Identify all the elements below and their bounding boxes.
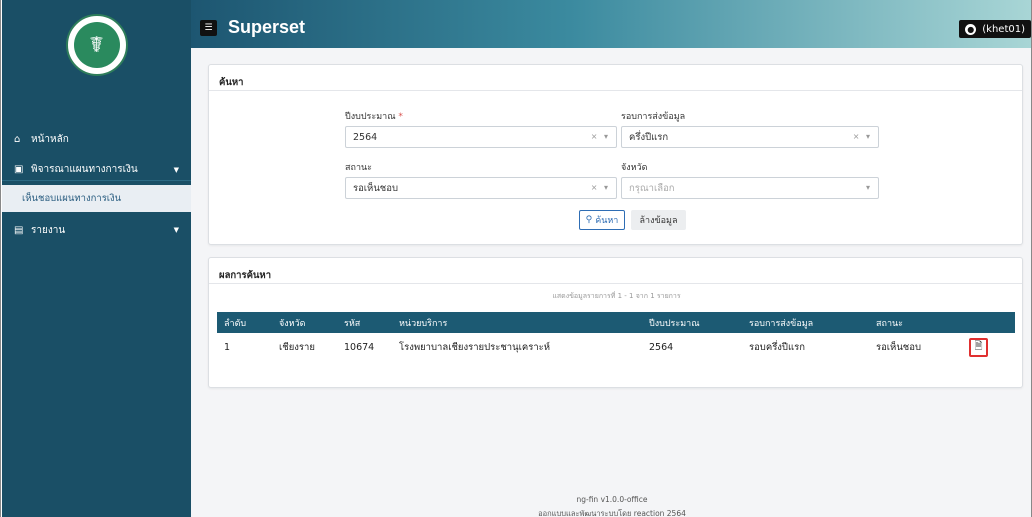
menu-toggle-button[interactable]: ☰ — [200, 20, 217, 36]
cell-submission-round: รอบครึ่งปีแรก — [749, 341, 805, 353]
user-menu-button[interactable]: ● (khet01) — [959, 20, 1031, 38]
status-select[interactable]: รอเห็นชอบ × ▾ — [345, 177, 617, 199]
chevron-down-icon[interactable]: ▾ — [866, 183, 872, 192]
sidebar-item-home[interactable]: ⌂ หน้าหลัก — [2, 128, 191, 150]
results-summary: แสดงข้อมูลรายการที่ 1 - 1 จาก 1 รายการ — [552, 292, 681, 300]
submission-round-select[interactable]: ครึ่งปีแรก × ▾ — [621, 126, 879, 148]
sidebar-item-label: รายงาน — [31, 224, 66, 236]
results-table: ลำดับ จังหวัด รหัส หน่วยบริการ ปีงบประมา… — [217, 312, 1015, 361]
sidebar-item-finance-plan-review[interactable]: ▣ พิจารณาแผนทางการเงิน ▼ — [2, 159, 191, 181]
results-panel-title: ผลการค้นหา — [209, 258, 1022, 284]
cell-budget-year: 2564 — [649, 341, 674, 353]
clear-and-chevron-icon[interactable]: × ▾ — [853, 132, 872, 141]
document-icon: 🗎 — [974, 340, 983, 352]
results-panel: ผลการค้นหา แสดงข้อมูลรายการที่ 1 - 1 จาก… — [208, 257, 1023, 388]
cell-status: รอเห็นชอบ — [876, 341, 921, 353]
search-button[interactable]: ⚲ ค้นหา — [579, 210, 625, 230]
view-document-button[interactable]: 🗎 — [969, 337, 988, 357]
required-mark: * — [398, 112, 403, 122]
budget-year-label: ปีงบประมาณ * — [345, 109, 403, 123]
top-header: ☰ Superset ● (khet01) — [191, 0, 1031, 48]
sidebar-subitem-finance-plan-approval[interactable]: เห็นชอบแผนทางการเงิน — [2, 185, 191, 212]
submission-round-label: รอบการส่งข้อมูล — [621, 112, 686, 122]
main-content: ค้นหา ปีงบประมาณ * 2564 × ▾ รอบการส่งข้อ… — [191, 48, 1031, 517]
cell-order: 1 — [224, 341, 231, 353]
cell-code: 10674 — [344, 341, 375, 353]
document-icon: ▤ — [14, 224, 24, 236]
sidebar-item-label: พิจารณาแผนทางการเงิน — [31, 164, 138, 175]
cell-service-unit: โรงพยาบาลเชียงรายประชานุเคราะห์ — [399, 341, 551, 353]
status-label: สถานะ — [345, 163, 372, 173]
budget-year-label-text: ปีงบประมาณ — [345, 112, 396, 122]
column-header: จังหวัด — [279, 318, 306, 329]
footer-version: ng-fin v1.0.0-office — [576, 495, 648, 504]
user-name: (khet01) — [982, 23, 1025, 35]
caret-down-icon: ▼ — [173, 226, 179, 234]
hamburger-icon: ☰ — [204, 23, 213, 33]
column-header: ปีงบประมาณ — [649, 318, 700, 329]
sidebar: ☤ ⌂ หน้าหลัก ▣ พิจารณาแผนทางการเงิน ▼ เห… — [2, 0, 191, 517]
status-value: รอเห็นชอบ — [353, 182, 398, 194]
ministry-logo: ☤ — [65, 14, 128, 76]
search-panel-title: ค้นหา — [209, 65, 1022, 91]
logo-area: ☤ — [2, 0, 191, 90]
clear-and-chevron-icon[interactable]: × ▾ — [591, 132, 610, 141]
column-header: ลำดับ — [224, 318, 247, 329]
column-header: รอบการส่งข้อมูล — [749, 318, 814, 329]
sidebar-subitem-label: เห็นชอบแผนทางการเงิน — [22, 193, 122, 204]
column-header: หน่วยบริการ — [399, 318, 448, 329]
app-title: Superset — [228, 17, 306, 37]
cell-action: 🗎 — [962, 333, 1015, 361]
app-frame: ☤ ⌂ หน้าหลัก ▣ พิจารณาแผนทางการเงิน ▼ เห… — [0, 0, 1032, 517]
column-header: สถานะ — [876, 318, 903, 329]
province-placeholder: กรุณาเลือก — [629, 182, 675, 194]
clipboard-icon: ▣ — [14, 164, 24, 175]
table-row: 1 เชียงราย 10674 โรงพยาบาลเชียงรายประชาน… — [217, 333, 1015, 361]
budget-year-select[interactable]: 2564 × ▾ — [345, 126, 617, 148]
user-icon: ● — [965, 23, 977, 35]
budget-year-value: 2564 — [353, 131, 378, 143]
clear-and-chevron-icon[interactable]: × ▾ — [591, 183, 610, 192]
footer: ng-fin v1.0.0-office ออกแบบและพัฒนาระบบโ… — [191, 493, 1031, 517]
clear-button[interactable]: ล้างข้อมูล — [631, 210, 686, 230]
submission-round-value: ครึ่งปีแรก — [629, 131, 669, 143]
footer-credit: ออกแบบและพัฒนาระบบโดย reaction 2564 — [538, 509, 686, 517]
caret-down-icon: ▼ — [173, 165, 179, 174]
province-select[interactable]: กรุณาเลือก ▾ — [621, 177, 879, 199]
table-header-row: ลำดับ จังหวัด รหัส หน่วยบริการ ปีงบประมา… — [217, 312, 1015, 333]
column-header: รหัส — [344, 318, 361, 329]
search-button-label: ค้นหา — [595, 216, 619, 226]
home-icon: ⌂ — [14, 133, 21, 145]
province-label: จังหวัด — [621, 163, 648, 173]
search-panel: ค้นหา ปีงบประมาณ * 2564 × ▾ รอบการส่งข้อ… — [208, 64, 1023, 245]
search-icon: ⚲ — [585, 215, 593, 225]
sidebar-item-report[interactable]: ▤ รายงาน ▼ — [2, 219, 191, 241]
column-header — [962, 312, 1015, 333]
cell-province: เชียงราย — [279, 341, 315, 353]
caduceus-icon: ☤ — [73, 22, 120, 68]
sidebar-item-label: หน้าหลัก — [31, 133, 69, 145]
